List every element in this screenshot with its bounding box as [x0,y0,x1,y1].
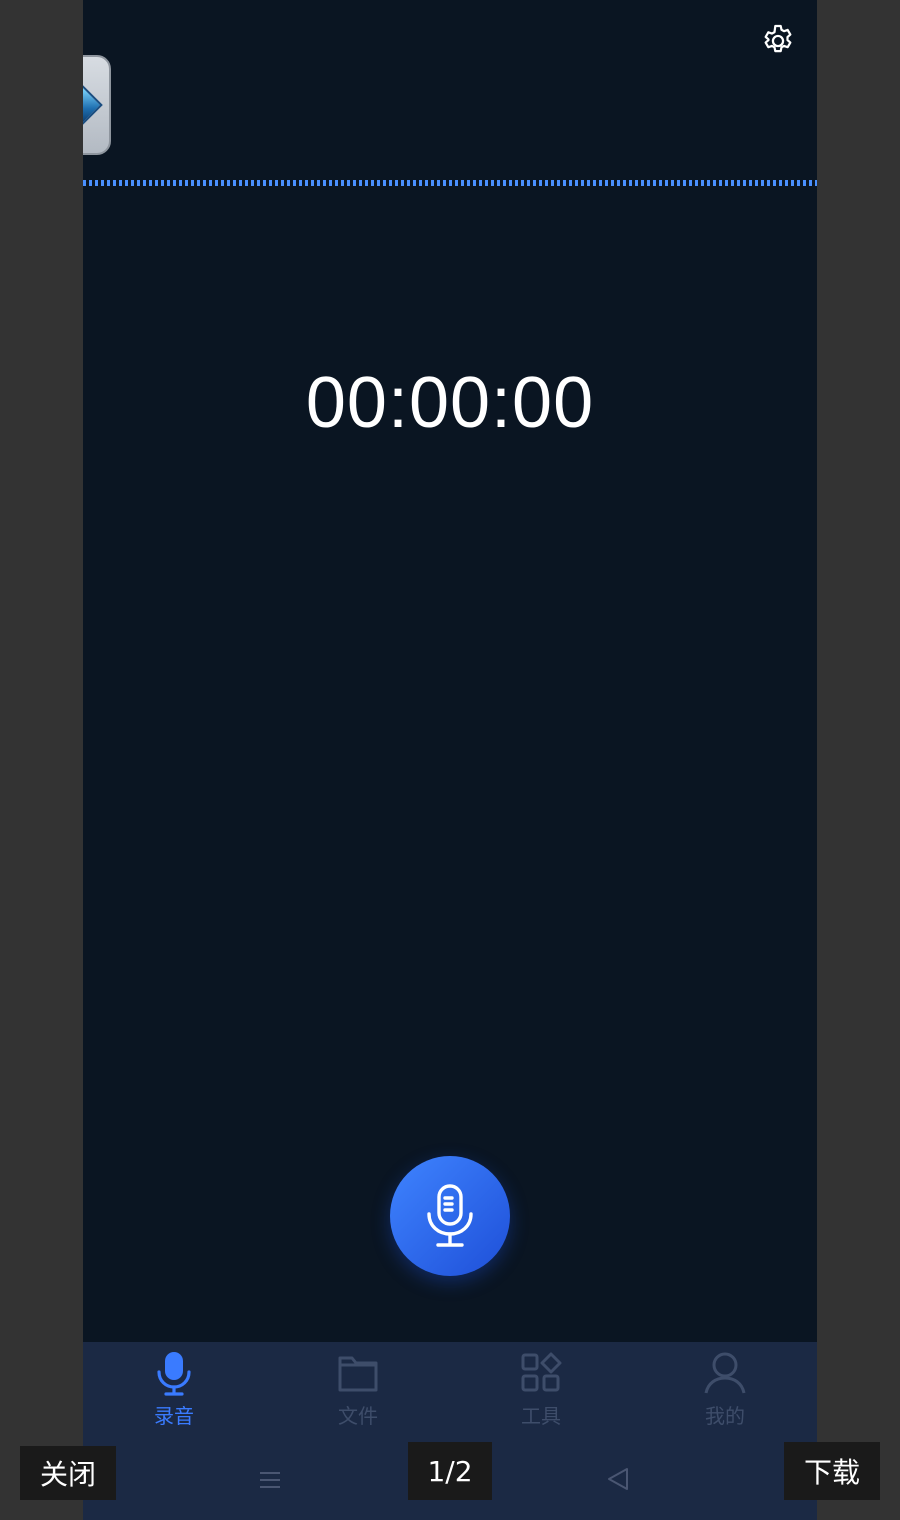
folder-icon [336,1350,380,1396]
tab-record-label: 录音 [154,1404,194,1428]
phone-screen: 00:00:00 录音 文件 工具 我的 [83,0,817,1520]
waveform-baseline [83,180,817,186]
recording-timer: 00:00:00 [305,363,595,443]
close-button[interactable]: 关闭 [20,1446,116,1500]
user-icon [703,1350,747,1396]
tab-mine-label: 我的 [705,1404,745,1428]
tab-mine[interactable]: 我的 [665,1350,785,1432]
app-shortcut-icon [83,85,103,125]
tab-files[interactable]: 文件 [298,1350,418,1432]
menu-icon[interactable] [258,1468,282,1492]
floating-app-shortcut[interactable] [83,55,111,155]
tab-tools[interactable]: 工具 [481,1350,601,1432]
settings-button[interactable] [757,20,799,62]
gear-icon [764,24,792,53]
tools-grid-icon [519,1350,563,1396]
record-button[interactable] [390,1156,510,1276]
download-button[interactable]: 下载 [784,1442,880,1500]
microphone-icon [152,1350,196,1396]
back-icon[interactable] [606,1466,630,1492]
tab-files-label: 文件 [338,1404,378,1428]
tab-tools-label: 工具 [521,1404,561,1428]
microphone-icon [427,1184,473,1247]
tab-record[interactable]: 录音 [114,1350,234,1432]
page-indicator: 1/2 [408,1442,492,1500]
